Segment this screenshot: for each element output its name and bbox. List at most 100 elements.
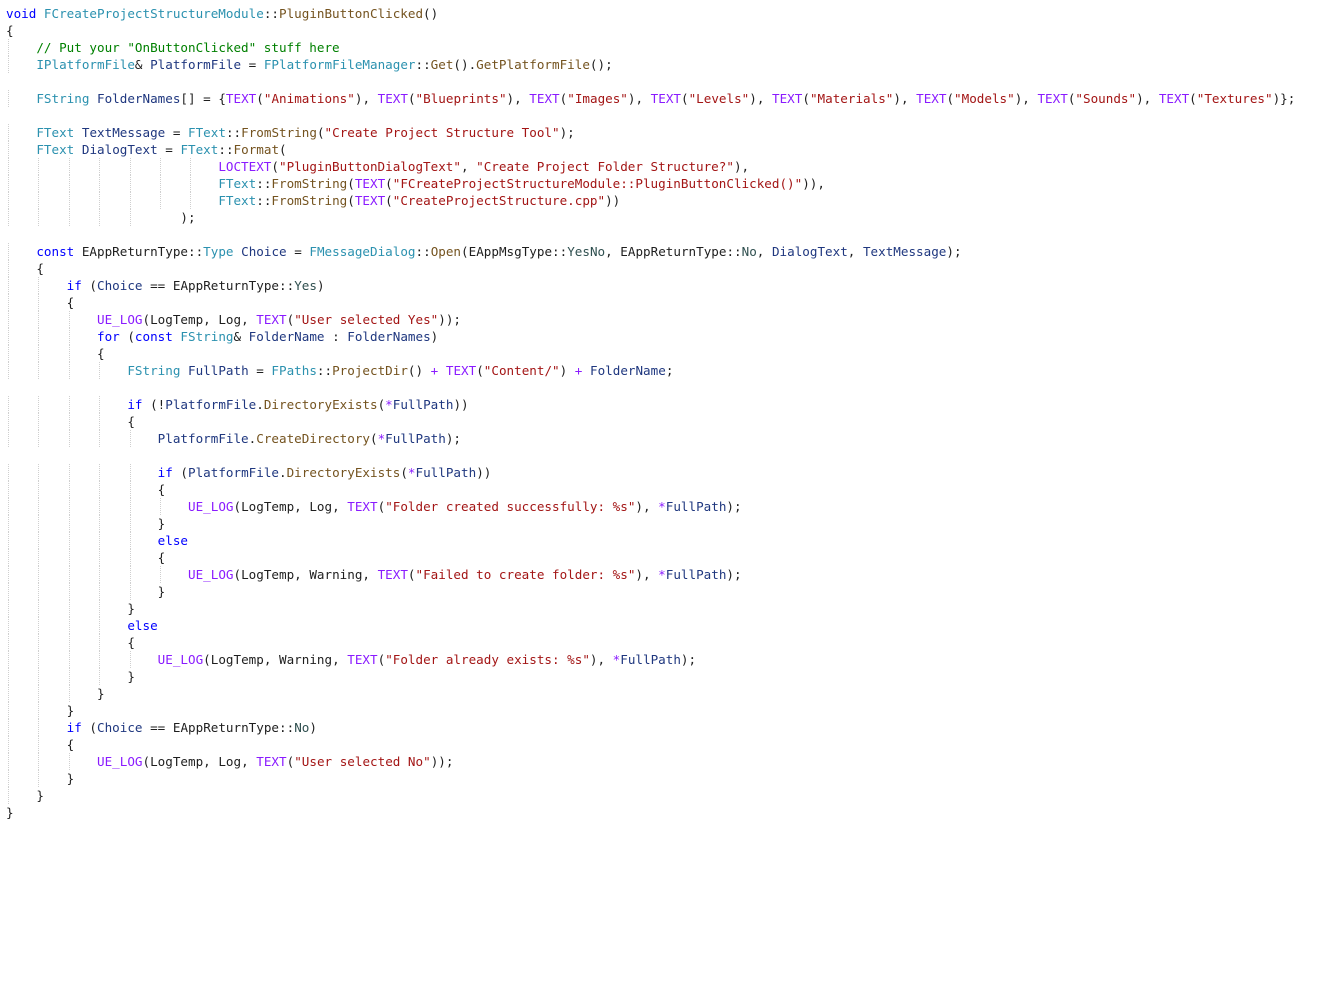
indent-guide xyxy=(38,328,40,345)
code-token: "Models" xyxy=(954,91,1015,106)
code-token: ), xyxy=(733,159,750,174)
code-token: } xyxy=(6,703,75,718)
code-token: , xyxy=(847,244,863,259)
indent-guide xyxy=(8,464,9,481)
indent-guide xyxy=(68,328,70,345)
code-token: FMessageDialog xyxy=(309,244,416,259)
code-token: FolderNames xyxy=(347,329,431,344)
code-line: // Put your "OnButtonClicked" stuff here xyxy=(6,39,1295,56)
code-token: FullPath xyxy=(385,431,446,446)
indent-guide xyxy=(129,566,131,583)
code-token: ) xyxy=(309,720,317,735)
indent-guide xyxy=(8,787,9,804)
code-token: ( xyxy=(233,499,242,514)
code-token: ) xyxy=(316,278,325,293)
code-token: if xyxy=(66,278,82,293)
indent-guide xyxy=(8,532,9,549)
code-token: FolderName xyxy=(589,363,666,378)
code-token: Choice xyxy=(241,244,287,259)
indent-guide xyxy=(160,192,161,209)
code-token: :: xyxy=(188,244,204,259)
code-token: ( xyxy=(407,567,416,582)
indent-guide xyxy=(68,685,70,702)
code-line: } xyxy=(6,702,1295,719)
code-line: UE_LOG(LogTemp, Log, TEXT("User selected… xyxy=(6,753,1295,770)
code-token: :: xyxy=(726,244,742,259)
code-token: ( xyxy=(347,193,355,208)
code-token: else xyxy=(127,618,158,633)
code-token: ( xyxy=(385,176,393,191)
indent-guide xyxy=(38,498,40,515)
code-token: Warning xyxy=(279,652,333,667)
indent-guide xyxy=(99,175,101,192)
code-line: } xyxy=(6,668,1295,685)
indent-guide xyxy=(129,464,131,481)
code-token: { xyxy=(6,737,75,752)
indent-guide xyxy=(68,566,70,583)
code-token: , xyxy=(332,499,348,514)
indent-guide xyxy=(99,515,101,532)
code-token: TEXT xyxy=(256,312,287,327)
code-token: LOCTEXT xyxy=(218,159,272,174)
code-token: FPaths xyxy=(271,363,317,378)
code-token: else xyxy=(157,533,188,548)
code-token: TEXT xyxy=(377,567,408,582)
indent-guide xyxy=(99,396,101,413)
code-token: * xyxy=(658,499,666,514)
indent-guide xyxy=(160,566,161,583)
indent-guide xyxy=(38,566,40,583)
code-token: TextMessage xyxy=(81,125,166,140)
code-line: FText DialogText = FText::Format( xyxy=(6,141,1295,158)
code-token: Choice xyxy=(97,720,143,735)
code-token: , xyxy=(332,652,348,667)
indent-guide xyxy=(99,651,101,668)
code-token: TEXT xyxy=(347,652,378,667)
indent-guide xyxy=(68,158,70,175)
code-token: if xyxy=(127,397,143,412)
code-token: , xyxy=(756,244,772,259)
code-token: ( xyxy=(476,363,484,378)
code-token: "Failed to create folder: %s" xyxy=(415,567,636,582)
indent-guide xyxy=(8,430,9,447)
code-token: , xyxy=(263,652,279,667)
code-token: ( xyxy=(233,567,242,582)
code-token: :: xyxy=(218,142,234,157)
indent-guide xyxy=(8,736,9,753)
code-editor[interactable]: void FCreateProjectStructureModule::Plug… xyxy=(6,5,1295,821)
code-token: ; xyxy=(665,363,674,378)
code-token: ( xyxy=(461,244,469,259)
code-line: { xyxy=(6,294,1295,311)
indent-guide xyxy=(99,566,101,583)
indent-guide xyxy=(68,583,70,600)
code-token: FullPath xyxy=(620,652,681,667)
code-token: { xyxy=(6,635,135,650)
indent-guide xyxy=(8,566,9,583)
code-token: "Animations" xyxy=(263,91,355,106)
code-token: ), xyxy=(749,91,773,106)
indent-guide xyxy=(8,39,9,56)
indent-guide xyxy=(68,192,70,209)
code-token: TEXT xyxy=(1037,91,1068,106)
code-line: } xyxy=(6,600,1295,617)
code-token: DirectoryExists xyxy=(286,465,401,480)
code-token: ); xyxy=(726,499,742,514)
indent-guide xyxy=(38,294,40,311)
code-token: "Sounds" xyxy=(1075,91,1137,106)
indent-guide xyxy=(38,430,40,447)
indent-guide xyxy=(8,260,9,277)
code-token: , xyxy=(294,567,310,582)
indent-guide xyxy=(68,515,70,532)
code-line: } xyxy=(6,804,1295,821)
indent-guide xyxy=(129,515,131,532)
code-token: ( xyxy=(172,465,188,480)
code-token: )); xyxy=(438,312,462,327)
indent-guide xyxy=(68,311,70,328)
indent-guide xyxy=(38,464,40,481)
code-token: "Textures" xyxy=(1196,91,1273,106)
